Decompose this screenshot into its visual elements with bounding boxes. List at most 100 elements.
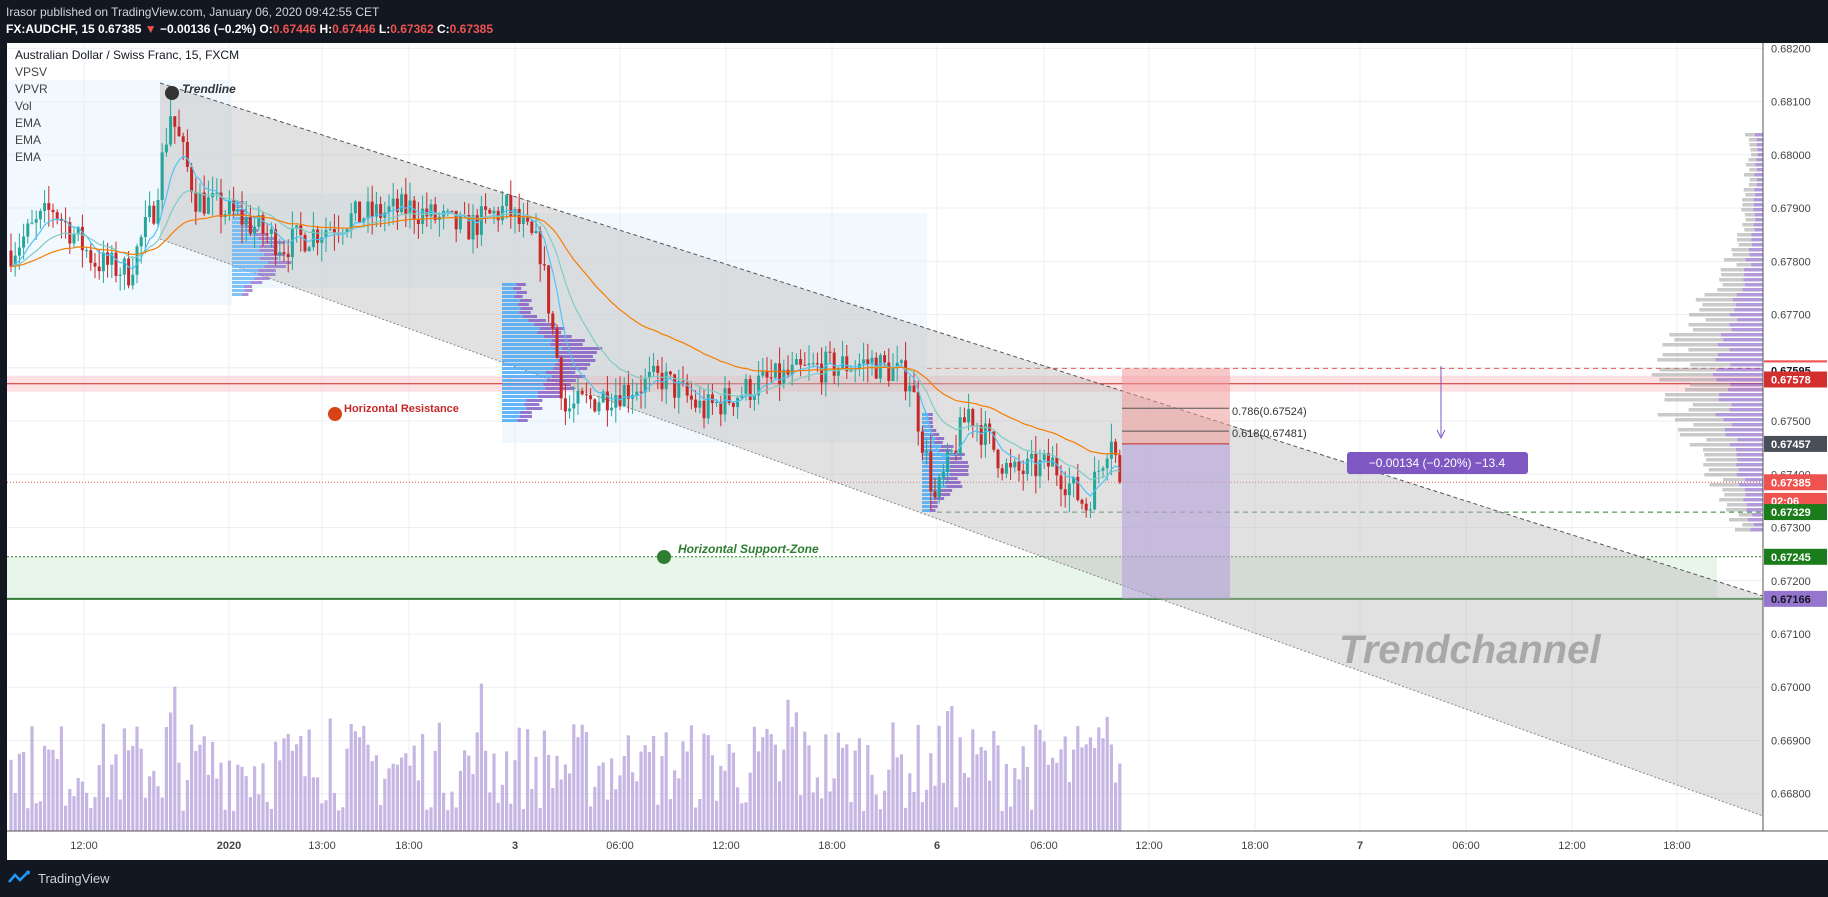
vpvr-row — [1751, 238, 1763, 242]
volume-bar — [1004, 764, 1008, 831]
profile-row — [232, 245, 260, 248]
profile-row — [556, 355, 593, 358]
candle-body — [22, 236, 26, 248]
profile-row — [516, 283, 526, 286]
volume-bar — [568, 773, 572, 831]
volume-bar — [673, 770, 677, 831]
measure-label: −0.00134 (−0.20%) −13.4 — [1369, 456, 1506, 470]
vpvr-row — [1752, 243, 1763, 247]
trendline-label: Trendline — [182, 82, 236, 96]
candle-body — [1030, 453, 1034, 459]
volume-bar — [374, 755, 378, 831]
profile-row — [258, 269, 276, 272]
volume-bar — [849, 802, 853, 831]
vpvr-row — [1746, 508, 1763, 512]
profile-row — [922, 497, 936, 500]
volume-bar — [257, 794, 261, 831]
profile-row — [922, 421, 929, 424]
candle-body — [1118, 455, 1122, 483]
vpvr-row — [1712, 373, 1763, 377]
volume-bar — [265, 801, 269, 831]
vpvr-row — [1727, 388, 1763, 392]
profile-row — [922, 465, 951, 468]
candle-body — [929, 451, 933, 492]
volume-bar — [723, 770, 727, 831]
candle-body — [534, 230, 538, 233]
price-tick-label: 0.68200 — [1771, 43, 1811, 55]
vpvr-row — [1749, 178, 1758, 182]
symbol-line: FX:AUDCHF, 15 0.67385 ▼ −0.00136 (−0.2%)… — [6, 22, 493, 36]
price-tick-label: 0.68100 — [1771, 97, 1811, 109]
time-axis[interactable]: 12:00 2020 13:00 18:00 3 06:00 12:00 18:00 6 06:0… — [7, 830, 1828, 860]
volume-bar — [605, 799, 609, 831]
vpvr-row — [1753, 203, 1763, 207]
vpvr-row — [1750, 148, 1758, 152]
vpvr-row — [1724, 493, 1746, 497]
vpvr-row — [1729, 348, 1763, 352]
profile-row — [258, 273, 276, 276]
price-tick-label: 0.67900 — [1771, 203, 1811, 215]
volume-bar — [1101, 738, 1105, 831]
candle-body — [194, 192, 198, 212]
volume-bar — [1114, 782, 1118, 831]
profile-row — [551, 375, 586, 378]
volume-bar — [618, 775, 622, 831]
volume-bar — [101, 723, 105, 831]
profile-row — [922, 413, 929, 416]
volume-bar — [664, 732, 668, 831]
candle-body — [572, 403, 576, 409]
volume-bar — [1076, 726, 1080, 831]
time-tick-label: 12:00 — [1558, 840, 1586, 852]
vpvr-row — [1754, 173, 1763, 177]
candle-body — [668, 371, 672, 375]
volume-bar — [467, 755, 471, 831]
profile-row — [502, 311, 520, 314]
volume-bar — [404, 753, 408, 831]
candle-body — [261, 215, 265, 234]
candle-body — [563, 398, 567, 412]
vpvr-row — [1752, 513, 1763, 517]
candle-body — [862, 359, 866, 364]
vpvr-row — [1745, 493, 1763, 497]
vpvr-row — [1730, 363, 1763, 367]
price-tick-label: 0.67000 — [1771, 682, 1811, 694]
profile-row — [519, 411, 532, 414]
volume-bar — [744, 802, 748, 831]
volume-bar — [1038, 729, 1042, 831]
vpvr-row — [1720, 333, 1763, 337]
candle-body — [458, 215, 462, 230]
volume-bar — [484, 750, 488, 831]
vpvr-row — [1738, 243, 1753, 247]
volume-bar — [446, 810, 450, 831]
tradingview-brand[interactable]: TradingView — [8, 870, 110, 886]
vpvr-row — [1745, 133, 1755, 137]
profile-row — [502, 383, 544, 386]
vpvr-row — [1753, 523, 1763, 527]
profile-row — [922, 429, 931, 432]
profile-row — [922, 469, 950, 472]
volume-bar — [929, 753, 933, 831]
candle-body — [101, 252, 105, 272]
volume-bar — [576, 737, 580, 831]
volume-bar — [1059, 749, 1063, 831]
price-tick-label: 0.66900 — [1771, 735, 1811, 747]
vpvr-row — [1722, 488, 1745, 492]
profile-row — [232, 257, 260, 260]
vpvr-row — [1745, 163, 1756, 167]
vpvr-row — [1717, 288, 1743, 292]
volume-bar — [631, 772, 635, 831]
volume-bar — [55, 758, 59, 831]
profile-row — [502, 335, 544, 338]
candle-body — [286, 253, 290, 258]
candle-body — [265, 233, 269, 235]
candle-body — [269, 229, 273, 234]
price-chart[interactable]: 0.68200 0.68100 0.68000 0.67900 0.67800 0.677… — [7, 43, 1828, 860]
profile-row — [502, 287, 514, 290]
candle-body — [815, 363, 819, 365]
volume-bar — [950, 706, 954, 831]
volume-bar — [416, 780, 420, 831]
candle-body — [1004, 462, 1008, 474]
volume-bar — [668, 799, 672, 831]
volume-bar — [1055, 762, 1059, 831]
volume-bar — [1000, 810, 1004, 831]
